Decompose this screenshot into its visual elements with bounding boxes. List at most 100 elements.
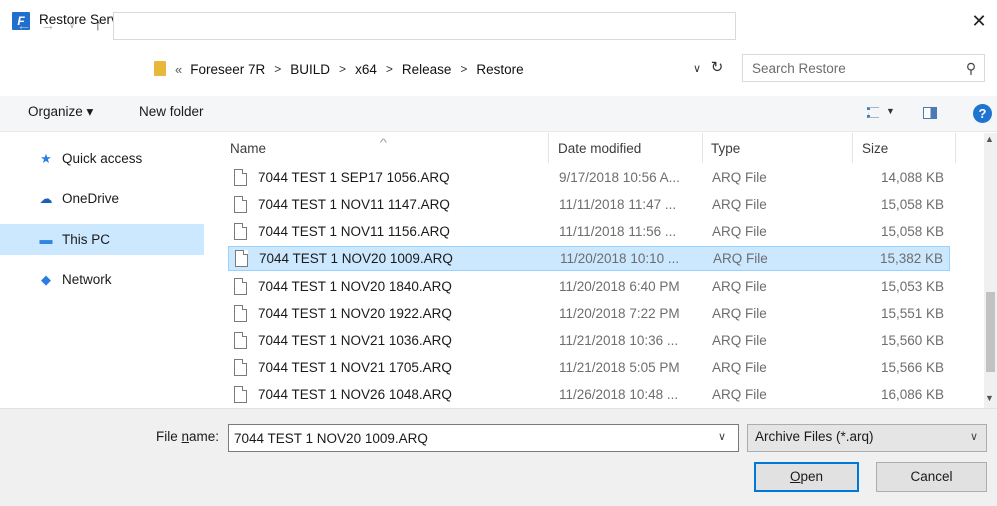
file-icon	[234, 332, 247, 349]
file-type: ARQ File	[712, 333, 767, 348]
recent-locations-chevron-icon[interactable]: ∨	[62, 12, 82, 40]
breadcrumb-overflow[interactable]: «	[175, 62, 182, 77]
file-icon	[234, 196, 247, 213]
computer-icon: ▬	[39, 232, 53, 247]
file-size: 16,086 KB	[880, 387, 944, 402]
file-name: 7044 TEST 1 NOV20 1009.ARQ	[259, 251, 453, 266]
breadcrumb-item[interactable]: Restore	[476, 62, 523, 77]
file-type: ARQ File	[713, 251, 768, 266]
organize-button[interactable]: Organize ▾	[28, 104, 93, 120]
file-date: 11/20/2018 6:40 PM	[559, 279, 680, 294]
preview-pane-icon[interactable]	[923, 107, 937, 119]
column-header-type[interactable]: Type	[711, 141, 740, 156]
file-name: 7044 TEST 1 NOV11 1156.ARQ	[258, 224, 450, 239]
file-name-field[interactable]	[234, 429, 704, 447]
sidebar-item-network[interactable]: ◆ Network	[0, 264, 204, 295]
scrollbar-thumb[interactable]	[986, 292, 995, 372]
table-row-selected[interactable]: 7044 TEST 1 NOV20 1009.ARQ 11/20/2018 10…	[228, 246, 950, 271]
sidebar-item-quick-access[interactable]: ★ Quick access	[0, 143, 204, 174]
breadcrumb-separator-icon[interactable]: >	[274, 62, 281, 76]
breadcrumb-separator-icon[interactable]: >	[460, 62, 467, 76]
sidebar-item-label: Network	[62, 272, 112, 287]
address-bar[interactable]	[113, 12, 736, 40]
file-name: 7044 TEST 1 SEP17 1056.ARQ	[258, 170, 450, 185]
table-row[interactable]: 7044 TEST 1 SEP17 1056.ARQ 9/17/2018 10:…	[228, 166, 950, 191]
file-name: 7044 TEST 1 NOV11 1147.ARQ	[258, 197, 450, 212]
column-header-name[interactable]: Name	[230, 141, 266, 156]
file-size: 15,560 KB	[880, 333, 944, 348]
sidebar-item-this-pc[interactable]: ▬ This PC	[0, 224, 204, 255]
column-divider[interactable]	[702, 133, 703, 163]
file-type: ARQ File	[712, 360, 767, 375]
file-size: 15,551 KB	[880, 306, 944, 321]
sort-ascending-icon: ^	[379, 138, 388, 149]
file-size: 15,058 KB	[880, 224, 944, 239]
star-icon: ★	[40, 151, 52, 166]
network-icon: ◆	[41, 272, 51, 287]
file-date: 11/20/2018 10:10 ...	[560, 251, 680, 266]
file-name: 7044 TEST 1 NOV26 1048.ARQ	[258, 387, 452, 402]
breadcrumb-item[interactable]: BUILD	[290, 62, 330, 77]
file-icon	[234, 278, 247, 295]
refresh-icon[interactable]: ↻	[708, 58, 726, 78]
table-row[interactable]: 7044 TEST 1 NOV11 1156.ARQ 11/11/2018 11…	[228, 220, 950, 245]
scroll-up-icon[interactable]: ▲	[985, 134, 994, 144]
table-row[interactable]: 7044 TEST 1 NOV21 1705.ARQ 11/21/2018 5:…	[228, 356, 950, 381]
file-date: 11/21/2018 5:05 PM	[559, 360, 680, 375]
file-date: 11/11/2018 11:56 ...	[559, 224, 677, 239]
address-dropdown-icon[interactable]: ∨	[690, 60, 704, 78]
table-row[interactable]: 7044 TEST 1 NOV21 1036.ARQ 11/21/2018 10…	[228, 329, 950, 354]
file-type: ARQ File	[712, 306, 767, 321]
back-arrow-icon[interactable]: ←	[14, 12, 34, 40]
file-size: 15,566 KB	[880, 360, 944, 375]
sidebar-item-label: OneDrive	[62, 191, 120, 206]
search-input[interactable]	[752, 59, 952, 77]
forward-arrow-icon[interactable]: →	[38, 12, 58, 40]
table-row[interactable]: 7044 TEST 1 NOV20 1840.ARQ 11/20/2018 6:…	[228, 275, 950, 300]
file-type: ARQ File	[712, 387, 767, 402]
file-name: 7044 TEST 1 NOV20 1840.ARQ	[258, 279, 452, 294]
column-header-size[interactable]: Size	[862, 141, 888, 156]
file-icon	[234, 305, 247, 322]
file-icon	[234, 386, 247, 403]
new-folder-button[interactable]: New folder	[139, 104, 204, 119]
sidebar-item-onedrive[interactable]: ☁ OneDrive	[0, 183, 204, 214]
scroll-down-icon[interactable]: ▼	[985, 393, 994, 403]
table-row[interactable]: 7044 TEST 1 NOV20 1922.ARQ 11/20/2018 7:…	[228, 302, 950, 327]
column-header-date-modified[interactable]: Date modified	[558, 141, 641, 156]
file-date: 11/26/2018 10:48 ...	[559, 387, 679, 402]
file-name: 7044 TEST 1 NOV21 1705.ARQ	[258, 360, 452, 375]
breadcrumb-item[interactable]: Release	[402, 62, 452, 77]
cancel-button[interactable]: Cancel	[876, 462, 987, 492]
open-button[interactable]: Open	[754, 462, 859, 492]
column-divider[interactable]	[852, 133, 853, 163]
file-type: ARQ File	[712, 197, 767, 212]
breadcrumb-separator-icon[interactable]: >	[386, 62, 393, 76]
up-arrow-icon[interactable]: ↑	[88, 12, 108, 40]
file-size: 15,058 KB	[880, 197, 944, 212]
breadcrumb-item[interactable]: Foreseer 7R	[190, 62, 265, 77]
breadcrumb-separator-icon[interactable]: >	[339, 62, 346, 76]
file-type: ARQ File	[712, 170, 767, 185]
file-icon	[234, 169, 247, 186]
file-date: 9/17/2018 10:56 A...	[559, 170, 680, 185]
file-size: 15,053 KB	[880, 279, 944, 294]
column-divider[interactable]	[955, 133, 956, 163]
sidebar-item-label: This PC	[62, 232, 111, 247]
help-icon[interactable]: ?	[973, 104, 992, 123]
search-icon[interactable]: ⚲	[962, 58, 980, 78]
breadcrumb[interactable]: « Foreseer 7R > BUILD > x64 > Release > …	[175, 60, 524, 78]
column-divider[interactable]	[548, 133, 549, 163]
table-row[interactable]: 7044 TEST 1 NOV11 1147.ARQ 11/11/2018 11…	[228, 193, 950, 218]
change-view-icon[interactable]	[867, 107, 879, 118]
file-name-label: File name:	[156, 429, 220, 444]
cloud-icon: ☁	[39, 191, 53, 206]
table-row[interactable]: 7044 TEST 1 NOV26 1048.ARQ 11/26/2018 10…	[228, 383, 950, 408]
close-icon[interactable]: ✕	[968, 8, 990, 34]
view-options-dropdown-icon[interactable]: ▼	[886, 106, 895, 116]
breadcrumb-item[interactable]: x64	[355, 62, 377, 77]
file-type: ARQ File	[712, 224, 767, 239]
chevron-down-icon[interactable]: ∨	[718, 430, 726, 443]
file-icon	[235, 250, 248, 267]
chevron-down-icon[interactable]: ∨	[970, 430, 978, 443]
